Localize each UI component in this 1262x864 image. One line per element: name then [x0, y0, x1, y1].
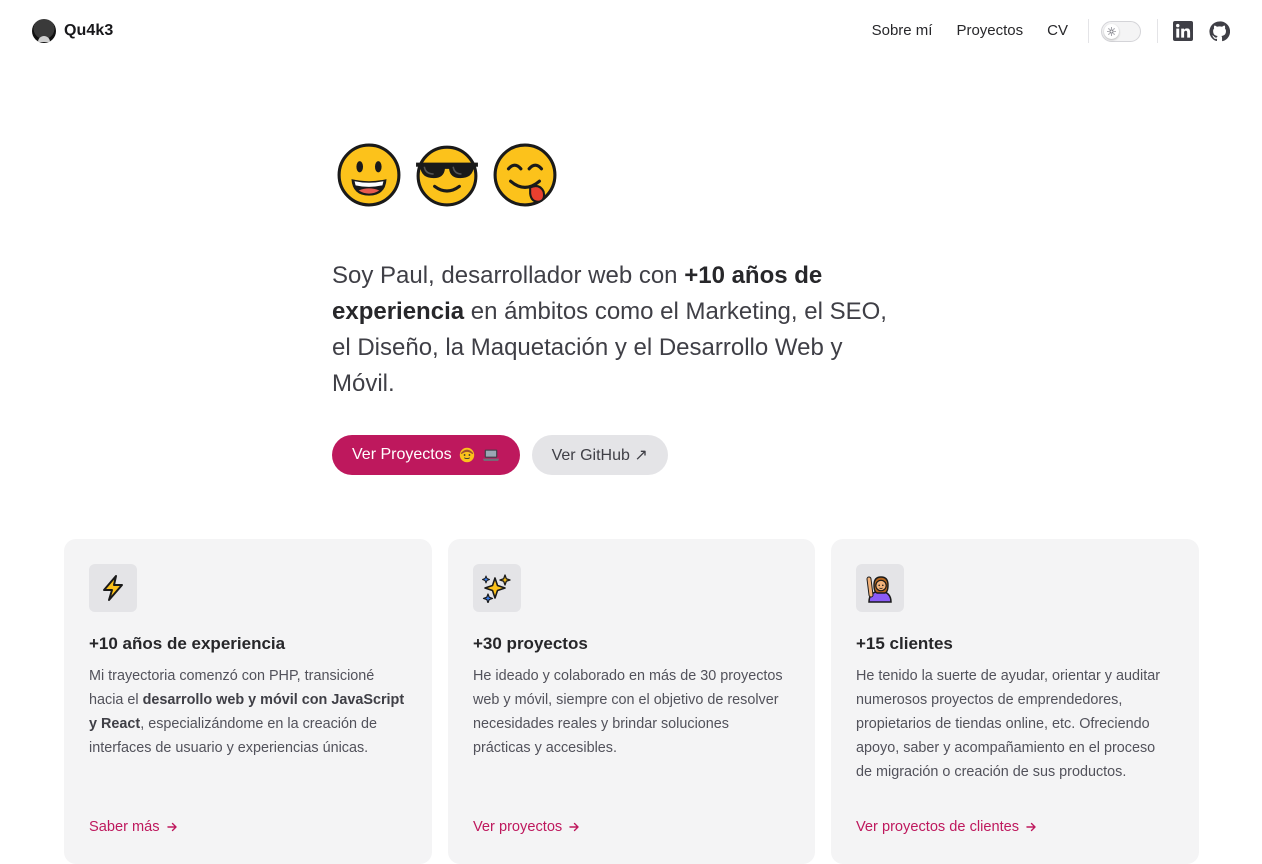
- sun-icon: [1104, 23, 1119, 39]
- card-text: He tenido la suerte de ayudar, orientar …: [856, 668, 1160, 780]
- ver-proyectos-link-label: Ver proyectos: [473, 819, 563, 835]
- main-nav: Sobre mí Proyectos CV: [860, 18, 1230, 44]
- arrow-right-icon: [166, 822, 177, 832]
- grinning-face-icon: [337, 143, 401, 207]
- face-savoring-food-icon: [493, 143, 557, 207]
- cta-row: Ver Proyectos Ver GitHub ↗: [332, 435, 668, 475]
- ver-proyectos-link[interactable]: Ver proyectos: [473, 819, 580, 835]
- person-raising-hand-icon: [856, 564, 904, 612]
- arrow-right-icon: [1026, 822, 1036, 832]
- card-text: Mi trayectoria comenzó con PHP, transici…: [89, 664, 407, 760]
- card-title: +30 proyectos: [473, 634, 588, 653]
- github-icon[interactable]: [1208, 20, 1230, 42]
- brand-name: Qu4k3: [64, 22, 114, 39]
- site-header: Qu4k3 Sobre mí Proyectos CV: [0, 0, 1262, 62]
- arrow-right-icon: [569, 822, 579, 832]
- sparkles-icon: [473, 564, 521, 612]
- nav-link-sobre-mi[interactable]: Sobre mí: [860, 18, 945, 44]
- brand-home-link[interactable]: Qu4k3: [32, 19, 113, 43]
- nav-divider: [1157, 19, 1158, 43]
- ver-proyectos-button[interactable]: Ver Proyectos: [332, 435, 520, 475]
- avatar: [32, 19, 56, 43]
- nav-divider: [1088, 19, 1089, 43]
- ver-proyectos-clientes-link[interactable]: Ver proyectos de clientes: [856, 819, 1037, 835]
- intro-text: Soy Paul, desarrollador web con +10 años…: [332, 258, 902, 402]
- intro-part: Soy Paul, desarrollador web con: [332, 262, 685, 289]
- theme-toggle[interactable]: [1101, 20, 1141, 42]
- saber-mas-label: Saber más: [89, 819, 160, 835]
- smiling-face-with-sunglasses-icon: [416, 145, 478, 207]
- linkedin-icon[interactable]: [1172, 20, 1194, 42]
- clients-card: +15 clientes He tenido la suerte de ayud…: [831, 539, 1199, 864]
- lightning-icon: [89, 564, 137, 612]
- laptop-icon: [482, 449, 499, 461]
- ver-proyectos-clientes-label: Ver proyectos de clientes: [856, 819, 1020, 835]
- card-text: He ideado y colaborado en más de 30 proy…: [473, 668, 783, 756]
- ver-proyectos-label: Ver Proyectos: [352, 446, 452, 463]
- projects-card: +30 proyectos He ideado y colaborado en …: [448, 539, 815, 864]
- card-title: +10 años de experiencia: [89, 634, 286, 653]
- emoji-row: [336, 142, 558, 208]
- technologist-icon: [459, 447, 474, 463]
- saber-mas-link[interactable]: Saber más: [89, 819, 178, 835]
- ver-github-label: Ver GitHub ↗: [551, 447, 648, 464]
- nav-link-cv[interactable]: CV: [1035, 18, 1080, 44]
- experience-card: +10 años de experiencia Mi trayectoria c…: [64, 539, 432, 864]
- nav-link-proyectos[interactable]: Proyectos: [944, 18, 1035, 44]
- ver-github-button[interactable]: Ver GitHub ↗: [531, 435, 668, 475]
- card-title: +15 clientes: [856, 634, 953, 653]
